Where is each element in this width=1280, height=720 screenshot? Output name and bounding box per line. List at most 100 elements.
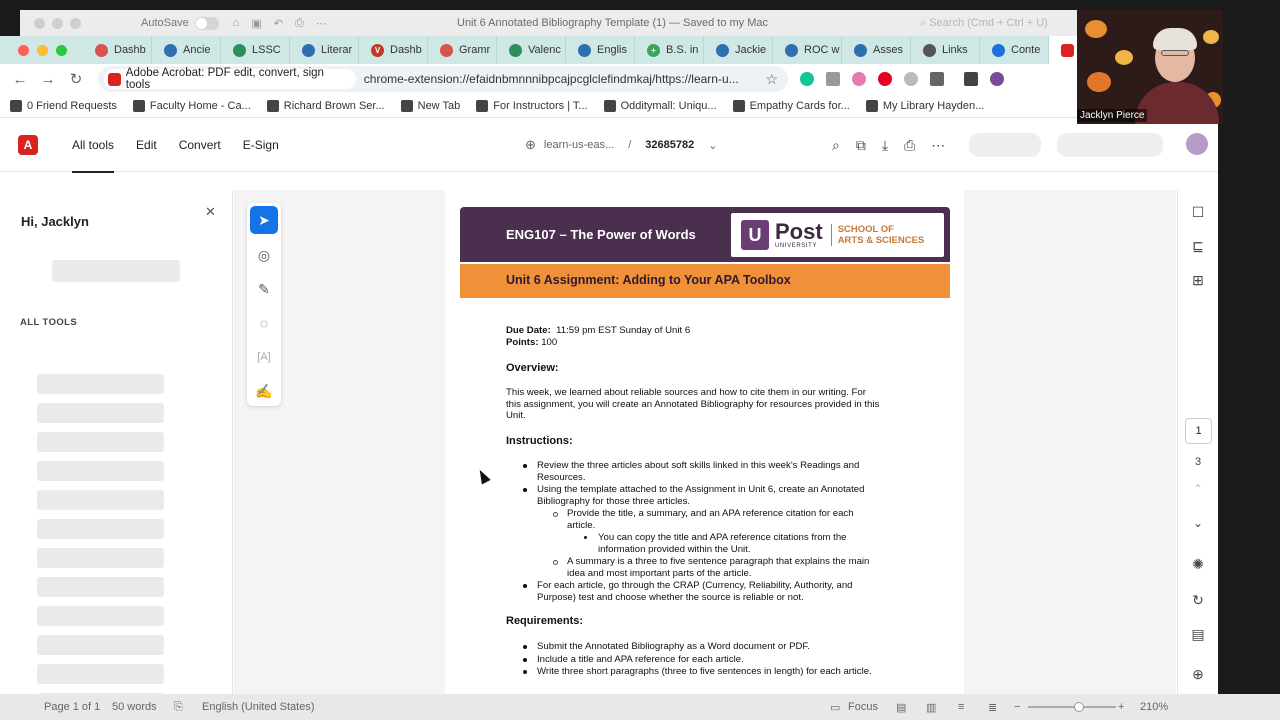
bookmark-star-icon[interactable]: ☆ — [765, 71, 778, 88]
file-icon[interactable]: ▤ — [1188, 626, 1208, 643]
chevron-down-icon[interactable]: ⌄ — [1188, 516, 1208, 530]
browser-tab[interactable]: Asses — [842, 36, 911, 64]
browser-tab[interactable]: LSSC — [221, 36, 290, 64]
chevron-up-icon[interactable]: ⌃ — [1188, 482, 1208, 496]
print-icon[interactable]: ⎙ — [295, 17, 304, 30]
zoom-slider-handle[interactable] — [1074, 702, 1084, 712]
undo-icon[interactable]: ↶ — [274, 17, 283, 30]
forward-icon[interactable]: → — [34, 71, 62, 88]
word-window-controls[interactable] — [34, 17, 81, 29]
tab-convert[interactable]: Convert — [179, 118, 221, 172]
ai-assistant-icon[interactable]: ✺ — [1188, 556, 1208, 573]
reload-icon[interactable]: ↻ — [62, 70, 90, 88]
current-page-box[interactable]: 1 — [1185, 418, 1212, 444]
home-icon[interactable]: ⌂ — [233, 17, 240, 30]
browser-tab[interactable]: + B.S. in — [635, 36, 704, 64]
outline-icon[interactable]: ≡ — [958, 701, 964, 713]
zoom-in-icon[interactable]: + — [1118, 701, 1124, 713]
bookmark-item[interactable]: New Tab — [400, 99, 460, 112]
pinterest-icon[interactable] — [878, 72, 892, 86]
browser-tab[interactable]: Englis — [566, 36, 635, 64]
active-tab[interactable] — [1049, 36, 1079, 64]
browser-tab[interactable]: Links — [911, 36, 980, 64]
bookmark-item[interactable]: Odditymall: Uniqu... — [603, 99, 717, 112]
focus-icon[interactable]: ▭ — [830, 701, 840, 714]
download-icon[interactable]: ⤓ — [882, 137, 888, 154]
highlight-pen-icon[interactable]: ✎ — [250, 275, 278, 303]
word-search[interactable]: ⌕ Search (Cmd + Ctrl + U) — [920, 17, 1048, 30]
browser-tab[interactable]: ROC w — [773, 36, 842, 64]
save-icon[interactable]: ▣ — [251, 17, 261, 30]
browser-tab[interactable]: Ancie — [152, 36, 221, 64]
proofing-icon[interactable]: ⎘ — [174, 701, 183, 714]
select-cursor-icon[interactable]: ➤ — [250, 206, 278, 234]
more-icon[interactable]: ⋯ — [316, 17, 327, 30]
sign-icon[interactable]: ✍ — [250, 377, 278, 405]
bookmark-icon[interactable]: ⊑ — [1188, 238, 1208, 255]
bookmark-item[interactable]: 0 Friend Requests — [10, 99, 117, 112]
extension-icon[interactable] — [852, 72, 866, 86]
more-icon[interactable]: ⋯ — [931, 137, 945, 154]
window-controls[interactable] — [18, 44, 67, 56]
language[interactable]: English (United States) — [202, 701, 315, 713]
rotate-icon[interactable]: ↻ — [1188, 592, 1208, 609]
autosave-toggle[interactable]: AutoSave — [141, 16, 219, 30]
page-thumbnails-icon[interactable]: ⧉ — [856, 137, 866, 154]
text-box-icon[interactable]: [A] — [250, 343, 278, 371]
address-bar[interactable]: Adobe Acrobat: PDF edit, convert, sign t… — [98, 66, 788, 92]
download-icon[interactable] — [964, 72, 978, 86]
pumpkin-pattern — [1203, 30, 1219, 44]
chevron-down-icon[interactable]: ⌄ — [708, 139, 717, 152]
freehand-lasso-icon[interactable]: ◌ — [250, 309, 278, 337]
close-icon[interactable]: ✕ — [205, 204, 216, 220]
zoom-window-icon[interactable] — [56, 44, 67, 56]
tab-label: Englis — [597, 44, 627, 56]
bookmark-item[interactable]: Richard Brown Ser... — [266, 99, 385, 112]
zoom-in-icon[interactable]: ⊕ — [1188, 666, 1208, 683]
bookmark-item[interactable]: Empathy Cards for... — [732, 99, 850, 112]
browser-tab[interactable]: Valenc — [497, 36, 566, 64]
url-text[interactable]: chrome-extension://efaidnbmnnnibpcajpcgl… — [364, 72, 758, 86]
extension-chip[interactable]: Adobe Acrobat: PDF edit, convert, sign t… — [104, 67, 356, 91]
browser-tab[interactable]: Jackie — [704, 36, 773, 64]
word-count[interactable]: 50 words — [112, 701, 157, 713]
page-count[interactable]: Page 1 of 1 — [44, 701, 100, 713]
browser-tab[interactable]: V Dashb — [359, 36, 428, 64]
web-layout-icon[interactable]: ▥ — [926, 701, 936, 714]
bookmark-item[interactable]: For Instructors | T... — [476, 99, 588, 112]
zoom-slider[interactable] — [1028, 706, 1116, 708]
back-icon[interactable]: ← — [6, 71, 34, 88]
focus-button[interactable]: Focus — [848, 701, 878, 713]
zoom-level[interactable]: 210% — [1140, 701, 1168, 713]
print-icon[interactable]: ⎙ — [904, 137, 915, 154]
print-layout-icon[interactable]: ▤ — [896, 701, 906, 714]
browser-tab[interactable]: Dashb — [83, 36, 152, 64]
bookmark-item[interactable]: Faculty Home - Ca... — [132, 99, 251, 112]
draft-icon[interactable]: ≣ — [988, 701, 997, 714]
minimize-window-icon[interactable] — [37, 44, 48, 56]
extension-icon[interactable] — [904, 72, 918, 86]
extension-icon[interactable] — [826, 72, 840, 86]
comment-icon[interactable]: ☐ — [1188, 204, 1208, 221]
zoom-out-icon[interactable]: − — [1014, 701, 1020, 713]
logo-mark: U — [741, 220, 769, 250]
browser-tab[interactable]: Conte — [980, 36, 1049, 64]
apps-grid-icon[interactable]: ⊞ — [1188, 272, 1208, 289]
puzzle-icon[interactable] — [930, 72, 944, 86]
toggle-switch-icon[interactable] — [194, 16, 219, 30]
file-name[interactable]: 32685782 — [645, 139, 694, 151]
tab-esign[interactable]: E-Sign — [243, 118, 279, 172]
tab-edit[interactable]: Edit — [136, 118, 157, 172]
bookmark-item[interactable]: My Library Hayden... — [865, 99, 984, 112]
add-comment-icon[interactable]: ◎ — [250, 241, 278, 269]
tab-all-tools[interactable]: All tools — [72, 118, 115, 173]
instruction-line: Purpose) test and choose whether the sou… — [537, 591, 804, 603]
browser-tab[interactable]: Gramr — [428, 36, 497, 64]
browser-tab[interactable]: Literar — [290, 36, 359, 64]
extension-icon[interactable] — [990, 72, 1004, 86]
acrobat-logo-icon[interactable]: A — [18, 134, 38, 155]
search-icon[interactable]: ⌕ — [832, 137, 840, 154]
close-window-icon[interactable] — [18, 44, 29, 56]
grammarly-icon[interactable] — [800, 72, 814, 86]
avatar[interactable] — [1186, 133, 1208, 155]
